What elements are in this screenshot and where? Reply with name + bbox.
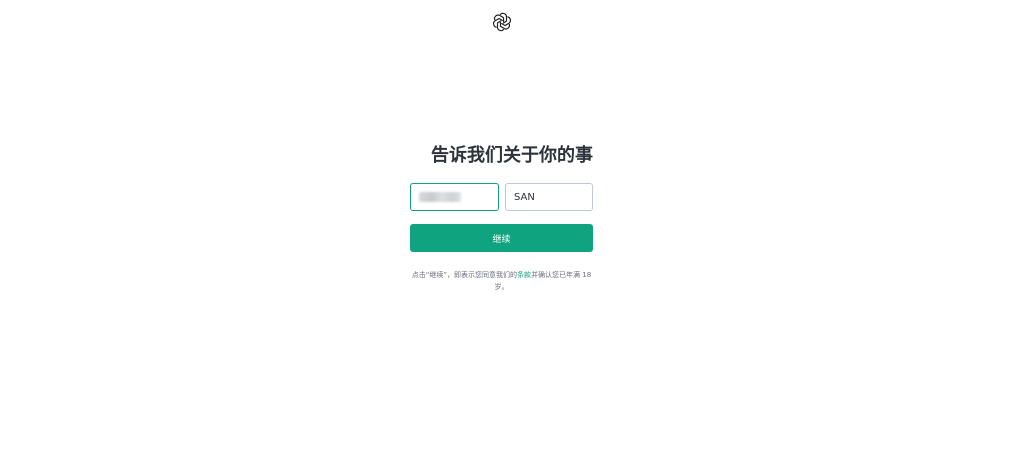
first-name-field[interactable] <box>410 183 499 211</box>
openai-logo-icon <box>492 12 512 32</box>
last-name-field[interactable] <box>505 183 593 211</box>
page-title: 告诉我们关于你的事 <box>431 145 593 166</box>
terms-notice: 点击“继续”，即表示您同意我们的条款并确认您已年满 18 岁。 <box>405 269 598 293</box>
continue-button[interactable]: 继续 <box>410 224 593 252</box>
signup-page: 告诉我们关于你的事 继续 点击“继续”，即表示您同意我们的条款并确认您已年满 1… <box>0 0 1024 455</box>
terms-prefix: 点击“继续”，即表示您同意我们的 <box>411 271 518 279</box>
terms-link[interactable]: 条款 <box>517 271 531 279</box>
